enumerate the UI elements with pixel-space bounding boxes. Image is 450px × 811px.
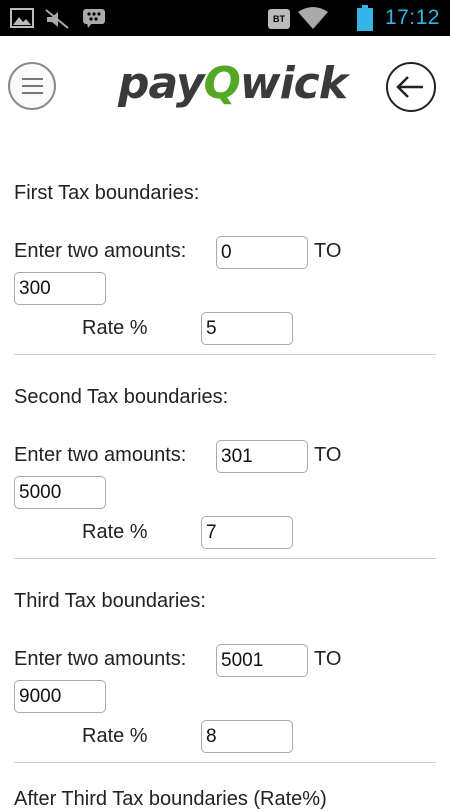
divider bbox=[14, 558, 436, 559]
third-rate-input[interactable] bbox=[201, 720, 293, 753]
rate-label: Rate % bbox=[82, 521, 148, 543]
rate-label: Rate % bbox=[82, 725, 148, 747]
battery-icon bbox=[357, 5, 373, 31]
section-title: Third Tax boundaries: bbox=[14, 590, 206, 612]
first-to-input[interactable] bbox=[14, 272, 106, 305]
amounts-label: Enter two amounts: bbox=[14, 240, 187, 262]
back-button[interactable] bbox=[386, 62, 436, 112]
divider bbox=[14, 762, 436, 763]
amounts-label: Enter two amounts: bbox=[14, 444, 187, 466]
muted-icon bbox=[45, 9, 69, 29]
paywick-logo: payQwick bbox=[118, 58, 348, 109]
bt-icon: BT bbox=[268, 9, 290, 29]
second-to-input[interactable] bbox=[14, 476, 106, 509]
divider bbox=[14, 354, 436, 355]
first-rate-input[interactable] bbox=[201, 312, 293, 345]
first-from-input[interactable] bbox=[216, 236, 308, 269]
section-title: First Tax boundaries: bbox=[14, 182, 200, 204]
section-title: Second Tax boundaries: bbox=[14, 386, 229, 408]
to-label: TO bbox=[314, 444, 342, 466]
rate-label: Rate % bbox=[82, 317, 148, 339]
arrow-left-icon bbox=[396, 76, 423, 98]
wifi-icon bbox=[298, 7, 328, 29]
to-label: TO bbox=[314, 240, 342, 262]
app-header: payQwick bbox=[0, 36, 450, 146]
third-from-input[interactable] bbox=[216, 644, 308, 677]
third-to-input[interactable] bbox=[14, 680, 106, 713]
menu-icon bbox=[22, 78, 43, 80]
second-rate-input[interactable] bbox=[201, 516, 293, 549]
second-from-input[interactable] bbox=[216, 440, 308, 473]
status-bar: BT 17:12 bbox=[0, 0, 450, 36]
clock: 17:12 bbox=[384, 6, 440, 29]
to-label: TO bbox=[314, 648, 342, 670]
menu-button[interactable] bbox=[8, 62, 56, 110]
image-icon bbox=[10, 8, 34, 28]
bbm-icon bbox=[83, 9, 105, 28]
amounts-label: Enter two amounts: bbox=[14, 648, 187, 670]
